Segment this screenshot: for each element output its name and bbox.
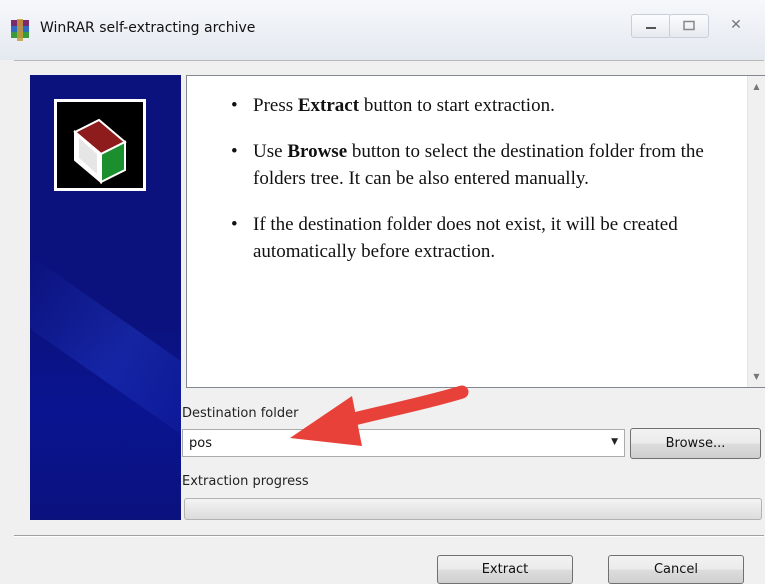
destination-folder-value[interactable]: pos <box>189 436 212 451</box>
close-icon: ✕ <box>730 17 742 33</box>
destination-folder-label: Destination folder <box>182 406 299 421</box>
destination-folder-combobox[interactable]: pos ▼ <box>182 429 625 457</box>
winrar-icon <box>11 19 29 41</box>
dialog-body: Press Extract button to start extraction… <box>14 60 765 584</box>
extraction-progress-bar <box>184 498 762 520</box>
archive-logo <box>54 99 146 191</box>
minimize-button[interactable] <box>631 14 671 38</box>
close-button[interactable]: ✕ <box>717 14 755 36</box>
maximize-button[interactable] <box>669 14 709 38</box>
extract-button[interactable]: Extract <box>437 555 573 584</box>
maximize-icon <box>683 20 695 31</box>
instructions-list: Press Extract button to start extraction… <box>231 92 721 284</box>
instructions-panel: Press Extract button to start extraction… <box>186 75 765 388</box>
extraction-progress-label: Extraction progress <box>182 474 309 489</box>
cancel-button[interactable]: Cancel <box>608 555 744 584</box>
instruction-item: Use Browse button to select the destinat… <box>231 138 721 192</box>
side-banner <box>30 75 181 520</box>
footer-separator <box>14 535 764 537</box>
window-title: WinRAR self-extracting archive <box>40 20 256 36</box>
vertical-scrollbar[interactable]: ▲ ▼ <box>747 76 765 387</box>
archive-box-icon <box>73 118 127 185</box>
dropdown-arrow-icon[interactable]: ▼ <box>611 437 618 447</box>
scroll-down-arrow-icon[interactable]: ▼ <box>748 368 765 385</box>
scroll-up-arrow-icon[interactable]: ▲ <box>748 78 765 95</box>
minimize-icon <box>646 27 656 29</box>
browse-button[interactable]: Browse... <box>630 428 761 459</box>
instruction-item: Press Extract button to start extraction… <box>231 92 721 119</box>
banner-glare <box>30 255 181 455</box>
title-bar: WinRAR self-extracting archive ✕ <box>0 0 765 60</box>
instruction-item: If the destination folder does not exist… <box>231 211 721 265</box>
